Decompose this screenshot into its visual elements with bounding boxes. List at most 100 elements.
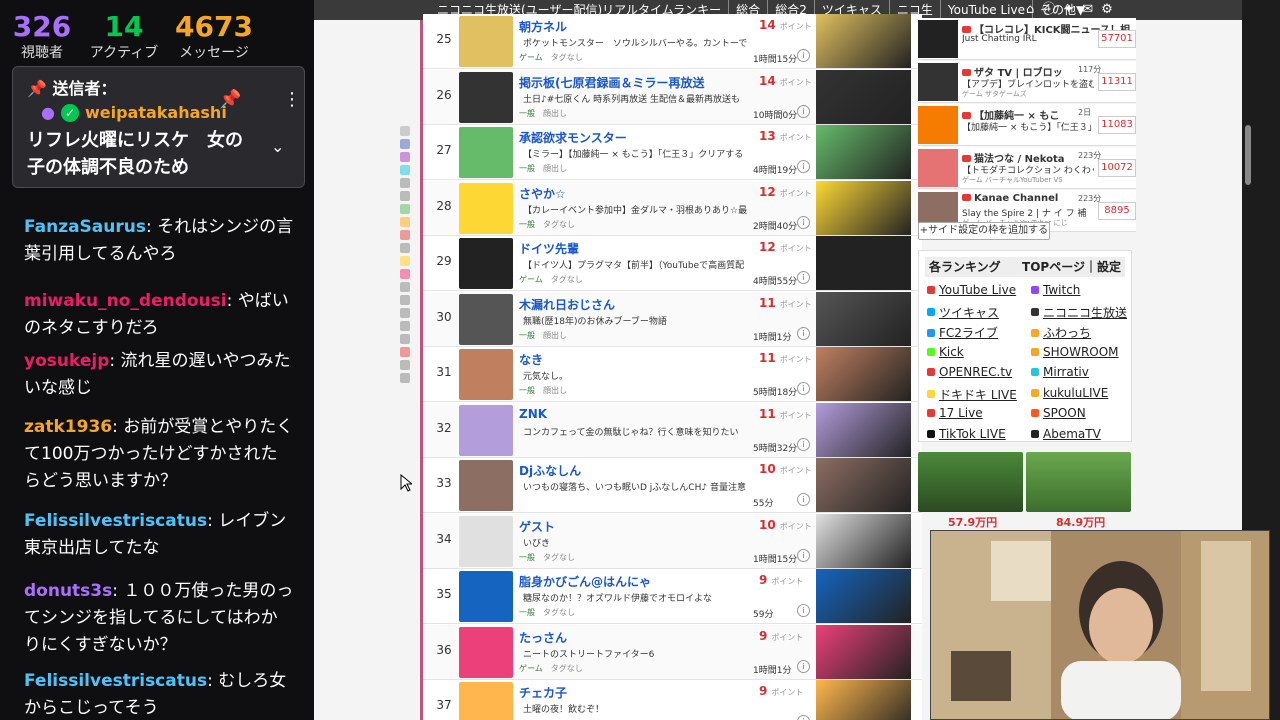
stream-title-link[interactable]: ZNK bbox=[519, 407, 547, 421]
category-link[interactable]: ゲーム bbox=[519, 664, 543, 673]
info-icon[interactable]: i bbox=[797, 493, 810, 506]
tag-link[interactable]: タグなし bbox=[551, 275, 583, 284]
tag-link[interactable]: タグなし bbox=[551, 664, 583, 673]
ranking-site-link[interactable]: Twitch bbox=[1031, 283, 1080, 297]
add-frame-button[interactable]: +サイド設定の枠を追加する bbox=[918, 222, 1050, 240]
ranking-row[interactable]: 26 掲示板(七原君録画＆ミラー再放送 14 ポイント 土日♪#七原くん 時系列再放送 … bbox=[423, 69, 922, 125]
ranking-site-link[interactable]: SHOWROOM bbox=[1031, 345, 1119, 359]
info-icon[interactable]: i bbox=[797, 104, 810, 118]
ranking-row[interactable]: 32 ZNK 11 ポイント コンカフェって金の無駄じゃね？行く意味を知りたい 5時間3… bbox=[423, 402, 922, 458]
chat-username[interactable]: donuts3s bbox=[24, 581, 112, 601]
car-image-2[interactable] bbox=[1026, 452, 1131, 512]
category-link[interactable]: 一般 bbox=[519, 109, 535, 118]
stream-title-link[interactable]: ゲスト bbox=[519, 518, 555, 535]
stream-title-link[interactable]: チェカ子 bbox=[519, 684, 567, 701]
stream-thumbnail[interactable] bbox=[816, 291, 911, 346]
stream-title-link[interactable]: さやか☆ bbox=[519, 185, 566, 202]
info-icon[interactable]: i bbox=[797, 326, 810, 340]
ranking-row[interactable]: 35 脂身かびごん@はんにゃ 9 ポイント 糖尿なのか！？オズワルド伊藤でオモロイよな一… bbox=[423, 569, 922, 624]
chat-username[interactable]: Felissilvestriscatus bbox=[24, 671, 207, 691]
stream-title-link[interactable]: たっさん bbox=[519, 629, 567, 646]
ranking-site-link[interactable]: FC2ライブ bbox=[927, 324, 998, 341]
ranking-site-link[interactable]: AbemaTV bbox=[1031, 427, 1101, 441]
more-options-icon[interactable]: ⋮ bbox=[283, 89, 301, 110]
avatar[interactable] bbox=[918, 149, 958, 187]
site-icon[interactable] bbox=[400, 256, 410, 266]
mail-icon[interactable]: ✉ bbox=[1082, 0, 1093, 20]
site-icon[interactable] bbox=[400, 139, 410, 149]
site-icon[interactable] bbox=[400, 295, 410, 305]
site-icon[interactable] bbox=[400, 191, 410, 201]
category-link[interactable]: ゲーム bbox=[519, 53, 543, 62]
info-icon[interactable]: i bbox=[797, 659, 810, 673]
ranking-site-link[interactable]: ドキドキ LIVE bbox=[927, 386, 1017, 403]
info-icon[interactable]: i bbox=[797, 160, 810, 173]
ad-banner[interactable]: 57.9万円 84.9万円 bbox=[918, 452, 1134, 532]
stream-title-link[interactable]: Djふなしん bbox=[519, 462, 581, 479]
avatar[interactable] bbox=[459, 127, 513, 178]
chat-username[interactable]: FanzaSaurus bbox=[24, 217, 146, 237]
stream-thumbnail[interactable] bbox=[816, 680, 911, 720]
stream-thumbnail[interactable] bbox=[816, 125, 911, 179]
site-icon[interactable] bbox=[400, 360, 410, 370]
ranking-site-link[interactable]: Kick bbox=[927, 345, 964, 359]
avatar[interactable] bbox=[459, 349, 513, 400]
tag-link[interactable]: 顔出し bbox=[543, 109, 567, 118]
avatar[interactable] bbox=[459, 626, 513, 678]
ranking-site-link[interactable]: Mirrativ bbox=[1031, 365, 1089, 379]
ranking-row[interactable]: 30 木漏れ日おじさん 11 ポイント 無職(歴18年)のお休みブーブー物語 一般 顔出し… bbox=[423, 291, 922, 347]
unpin-button[interactable]: 📌 bbox=[219, 89, 241, 110]
tag-link[interactable]: タグなし bbox=[543, 220, 575, 229]
info-icon[interactable]: i bbox=[797, 49, 810, 62]
site-icon[interactable] bbox=[400, 321, 410, 331]
stream-thumbnail[interactable] bbox=[816, 236, 911, 290]
ranking-row[interactable]: 37 チェカ子 9ポイント土曜の夜！飲むぞ！ i bbox=[423, 680, 922, 720]
ranking-row[interactable]: 29 ドイツ先輩 12 ポイント 【ドイツ人】プラグマタ【前半】（YouTubeで高画質… bbox=[423, 236, 922, 291]
side-title[interactable]: Kanae Channel bbox=[962, 193, 1058, 204]
scrollbar-thumb[interactable] bbox=[1245, 125, 1251, 185]
site-icon[interactable] bbox=[400, 165, 410, 175]
site-icon[interactable] bbox=[400, 334, 410, 344]
stream-thumbnail[interactable] bbox=[816, 14, 911, 68]
avatar[interactable] bbox=[459, 71, 513, 123]
stream-title-link[interactable]: 承認欲求モンスター bbox=[519, 129, 627, 146]
stream-title-link[interactable]: ドイツ先輩 bbox=[519, 240, 579, 257]
stream-thumbnail[interactable] bbox=[816, 69, 911, 124]
site-icon[interactable] bbox=[400, 217, 410, 227]
home-icon[interactable]: ⌂ bbox=[1026, 0, 1034, 20]
chat-username[interactable]: miwaku_no_dendousi bbox=[24, 291, 227, 311]
chat-username[interactable]: Felissilvestriscatus bbox=[24, 511, 207, 531]
side-ranking-row[interactable]: ザタ TV | ロブロッ 117分 【アプデ】ブレインロットを盗むア ゲーム ザタゲー… bbox=[918, 61, 1136, 103]
site-icon[interactable] bbox=[400, 373, 410, 383]
avatar[interactable] bbox=[459, 16, 513, 67]
stream-title-link[interactable]: 朝方ネル bbox=[519, 18, 567, 35]
category-link[interactable]: ゲーム bbox=[519, 275, 543, 284]
ranking-site-link[interactable]: SPOON bbox=[1031, 406, 1086, 420]
tag-link[interactable]: 顔出し bbox=[543, 331, 567, 340]
ranking-site-link[interactable]: ツイキャス bbox=[927, 304, 999, 321]
ranking-row[interactable]: 31 なき 11 ポイント 元気なし。 一般 顔出し 5時間18分 i bbox=[423, 347, 922, 402]
info-icon[interactable]: i bbox=[797, 548, 810, 562]
info-icon[interactable]: i bbox=[797, 215, 810, 229]
category-link[interactable]: 一般 bbox=[519, 553, 535, 562]
stream-title-link[interactable]: 脂身かびごん@はんにゃ bbox=[519, 573, 651, 590]
avatar[interactable] bbox=[459, 682, 513, 720]
side-ranking-row[interactable]: 【加藤純一 × もこ 2日 【加藤純一 × もこう】「仁王３」ク 11083 bbox=[918, 104, 1136, 146]
category-link[interactable]: 一般 bbox=[519, 164, 535, 173]
category-link[interactable]: 一般 bbox=[519, 608, 535, 617]
avatar[interactable] bbox=[459, 571, 513, 622]
avatar[interactable] bbox=[459, 404, 513, 456]
site-icon[interactable] bbox=[400, 243, 410, 253]
ranking-site-link[interactable]: TikTok LIVE bbox=[927, 427, 1006, 441]
stream-title-link[interactable]: なき bbox=[519, 351, 543, 368]
ranking-site-link[interactable]: 17 Live bbox=[927, 406, 983, 420]
avatar[interactable] bbox=[918, 106, 958, 144]
ranking-row[interactable]: 27 承認欲求モンスター 13 ポイント 【ミラー】【加藤純一 × もこう】「仁王３」ク… bbox=[423, 125, 922, 180]
ranking-site-link[interactable]: ニコニコ生放送 bbox=[1031, 304, 1127, 321]
nav-item[interactable]: YouTube Live bbox=[941, 0, 1033, 20]
tag-link[interactable]: タグなし bbox=[543, 608, 575, 617]
info-icon[interactable]: i bbox=[797, 715, 810, 720]
stream-title-link[interactable]: 木漏れ日おじさん bbox=[519, 296, 615, 313]
avatar[interactable] bbox=[459, 238, 513, 289]
bird-icon[interactable]: ✦ bbox=[1063, 0, 1074, 20]
